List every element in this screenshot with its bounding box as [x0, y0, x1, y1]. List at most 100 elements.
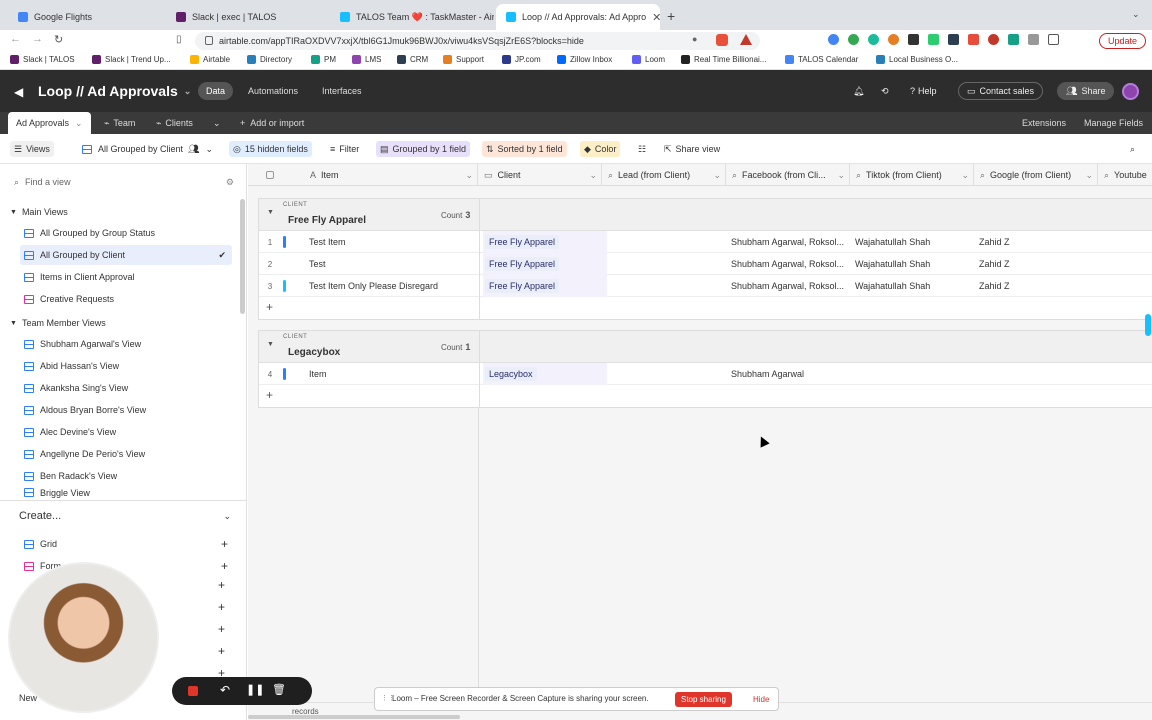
cell-client[interactable]: Free Fly Apparel	[483, 231, 607, 253]
bookmark-item[interactable]: JP.com	[502, 55, 541, 64]
url-field[interactable]: airtable.com/appTIRaOXDVV7xxjX/tbl6G1Jmu…	[195, 32, 760, 50]
browser-tab[interactable]: Google Flights	[8, 4, 166, 30]
hidden-fields-button[interactable]: ◎ 15 hidden fields	[229, 141, 312, 157]
manage-fields-button[interactable]: Manage Fields	[1076, 112, 1151, 134]
bookmark-item[interactable]: CRM	[397, 55, 428, 64]
trash-icon[interactable]: 🗑︎	[272, 683, 286, 696]
row-height-button[interactable]: ☷	[634, 141, 650, 157]
bookmark-item[interactable]: Loom	[632, 55, 665, 64]
view-item[interactable]: Akanksha Sing's View	[20, 378, 232, 398]
tab-clients[interactable]: ⌁ Clients	[148, 112, 201, 134]
bookmark-item[interactable]: PM	[311, 55, 336, 64]
tab-team[interactable]: ⌁ Team	[96, 112, 143, 134]
section-main-views[interactable]: ▼ Main Views	[10, 207, 68, 217]
contact-sales-button[interactable]: ▭ Contact sales	[958, 82, 1044, 100]
bookmark-item[interactable]: Local Business O...	[876, 55, 958, 64]
share-button[interactable]: 👥︎ Share	[1057, 82, 1115, 100]
help-button[interactable]: ? Help	[910, 82, 937, 100]
extension-icon[interactable]	[988, 34, 999, 45]
filter-button[interactable]: ≡ Filter	[326, 141, 363, 157]
avatar[interactable]	[1122, 83, 1139, 100]
group-header[interactable]: ▼ CLIENT Legacybox Count 1	[259, 331, 1152, 363]
extensions-button[interactable]: Extensions	[1014, 112, 1074, 134]
cell-tiktok[interactable]: Wajahatullah Shah	[855, 253, 930, 275]
view-item[interactable]: All Grouped by Group Status	[20, 223, 232, 243]
nav-data[interactable]: Data	[198, 82, 234, 100]
extension-icon[interactable]	[908, 34, 919, 45]
restart-icon[interactable]: ↶	[220, 683, 230, 697]
bookmark-item[interactable]: Airtable	[190, 55, 230, 64]
bookmark-icon[interactable]: ▯	[176, 34, 182, 45]
plus-icon[interactable]: +	[218, 600, 225, 614]
add-record-button[interactable]: +	[259, 297, 1152, 319]
browser-tab[interactable]: TALOS Team ❤️ : TaskMaster - Airta	[330, 4, 494, 30]
bookmark-item[interactable]: Directory	[247, 55, 292, 64]
update-button[interactable]: Update	[1098, 33, 1146, 49]
mic-icon[interactable]: ●	[692, 34, 697, 44]
current-view-switcher[interactable]: All Grouped by Client 👥︎ ⌄	[78, 141, 217, 157]
collapse-group-icon[interactable]: ▼	[267, 209, 274, 216]
table-row[interactable]: 1 Test Item Free Fly Apparel Shubham Aga…	[259, 231, 1152, 253]
extension-icon[interactable]	[848, 34, 859, 45]
cell-item[interactable]: Item	[309, 363, 327, 385]
cell-item[interactable]: Test Item	[309, 231, 346, 253]
column-header-tiktok[interactable]: ⌕ Tiktok (from Client) ⌄	[850, 164, 974, 186]
pause-icon[interactable]: ❚❚	[246, 683, 264, 696]
create-section-toggle[interactable]: Create... ⌄	[19, 510, 231, 522]
extension-icon[interactable]	[1008, 34, 1019, 45]
view-item[interactable]: Shubham Agarwal's View	[20, 334, 232, 354]
webcam-bubble[interactable]	[8, 562, 159, 713]
base-title[interactable]: Loop // Ad Approvals ⌄	[38, 83, 191, 99]
cell-client[interactable]: Legacybox	[483, 363, 607, 385]
new-tab-icon[interactable]: +	[667, 8, 675, 24]
group-header[interactable]: ▼ CLIENT Free Fly Apparel Count 3	[259, 199, 1152, 231]
nav-interfaces[interactable]: Interfaces	[314, 82, 370, 100]
stop-sharing-button[interactable]: Stop sharing	[675, 692, 732, 707]
reload-icon[interactable]: ↻	[54, 33, 63, 46]
sort-button[interactable]: ⇅ Sorted by 1 field	[482, 141, 567, 157]
stop-recording-icon[interactable]	[188, 686, 198, 696]
bookmark-item[interactable]: Real Time Billionai...	[681, 55, 766, 64]
sidebar-scrollbar[interactable]	[240, 199, 245, 314]
cell-facebook[interactable]: Shubham Agarwal	[731, 363, 804, 385]
group-button[interactable]: ▤ Grouped by 1 field	[376, 141, 471, 157]
view-item[interactable]: Briggle View	[20, 488, 232, 500]
table-row[interactable]: 3 Test Item Only Please Disregard Free F…	[259, 275, 1152, 297]
column-header-lead[interactable]: ⌕ Lead (from Client) ⌄	[602, 164, 726, 186]
extension-icon[interactable]	[868, 34, 879, 45]
bookmark-item[interactable]: Support	[443, 55, 484, 64]
find-view-input[interactable]: ⌕ Find a view ⚙	[14, 174, 234, 190]
nav-automations[interactable]: Automations	[240, 82, 306, 100]
cell-google[interactable]: Zahid Z	[979, 275, 1010, 297]
extension-icon[interactable]	[888, 34, 899, 45]
view-item[interactable]: Alec Devine's View	[20, 422, 232, 442]
table-row[interactable]: 4 Item Legacybox Shubham Agarwal	[259, 363, 1152, 385]
view-item[interactable]: Creative Requests	[20, 289, 232, 309]
column-header-youtube[interactable]: ⌕ Youtube	[1098, 164, 1152, 186]
extension-icon[interactable]	[828, 34, 839, 45]
bell-icon[interactable]: 🔔︎	[853, 82, 864, 100]
extension-icon[interactable]	[716, 34, 728, 46]
history-icon[interactable]: ⟲	[881, 82, 889, 100]
plus-icon[interactable]: +	[218, 644, 225, 658]
collapse-group-icon[interactable]: ▼	[267, 341, 274, 348]
browser-tab-active[interactable]: Loop // Ad Approvals: Ad Appro ✕	[496, 4, 660, 30]
close-tab-icon[interactable]: ✕	[646, 11, 660, 24]
back-icon[interactable]: ←	[10, 33, 21, 45]
add-or-import-button[interactable]: + Add or import	[232, 112, 312, 134]
tab-ad-approvals[interactable]: Ad Approvals ⌄	[8, 112, 91, 134]
extension-icon[interactable]	[968, 34, 979, 45]
share-view-button[interactable]: ⇱ Share view	[660, 141, 724, 157]
view-item[interactable]: Aldous Bryan Borre's View	[20, 400, 232, 420]
horizontal-scrollbar[interactable]	[248, 715, 460, 719]
bookmark-item[interactable]: LMS	[352, 55, 381, 64]
column-header-facebook[interactable]: ⌕ Facebook (from Cli... ⌄	[726, 164, 850, 186]
extension-icon[interactable]	[740, 34, 752, 45]
cell-google[interactable]: Zahid Z	[979, 231, 1010, 253]
cell-client[interactable]: Free Fly Apparel	[483, 275, 607, 297]
column-header-client[interactable]: ▭ Client ⌄	[478, 164, 602, 186]
bookmark-item[interactable]: Slack | Trend Up...	[92, 55, 171, 64]
add-record-button[interactable]: +	[259, 385, 1152, 407]
column-header-google[interactable]: ⌕ Google (from Client) ⌄	[974, 164, 1098, 186]
view-item[interactable]: Abid Hassan's View	[20, 356, 232, 376]
